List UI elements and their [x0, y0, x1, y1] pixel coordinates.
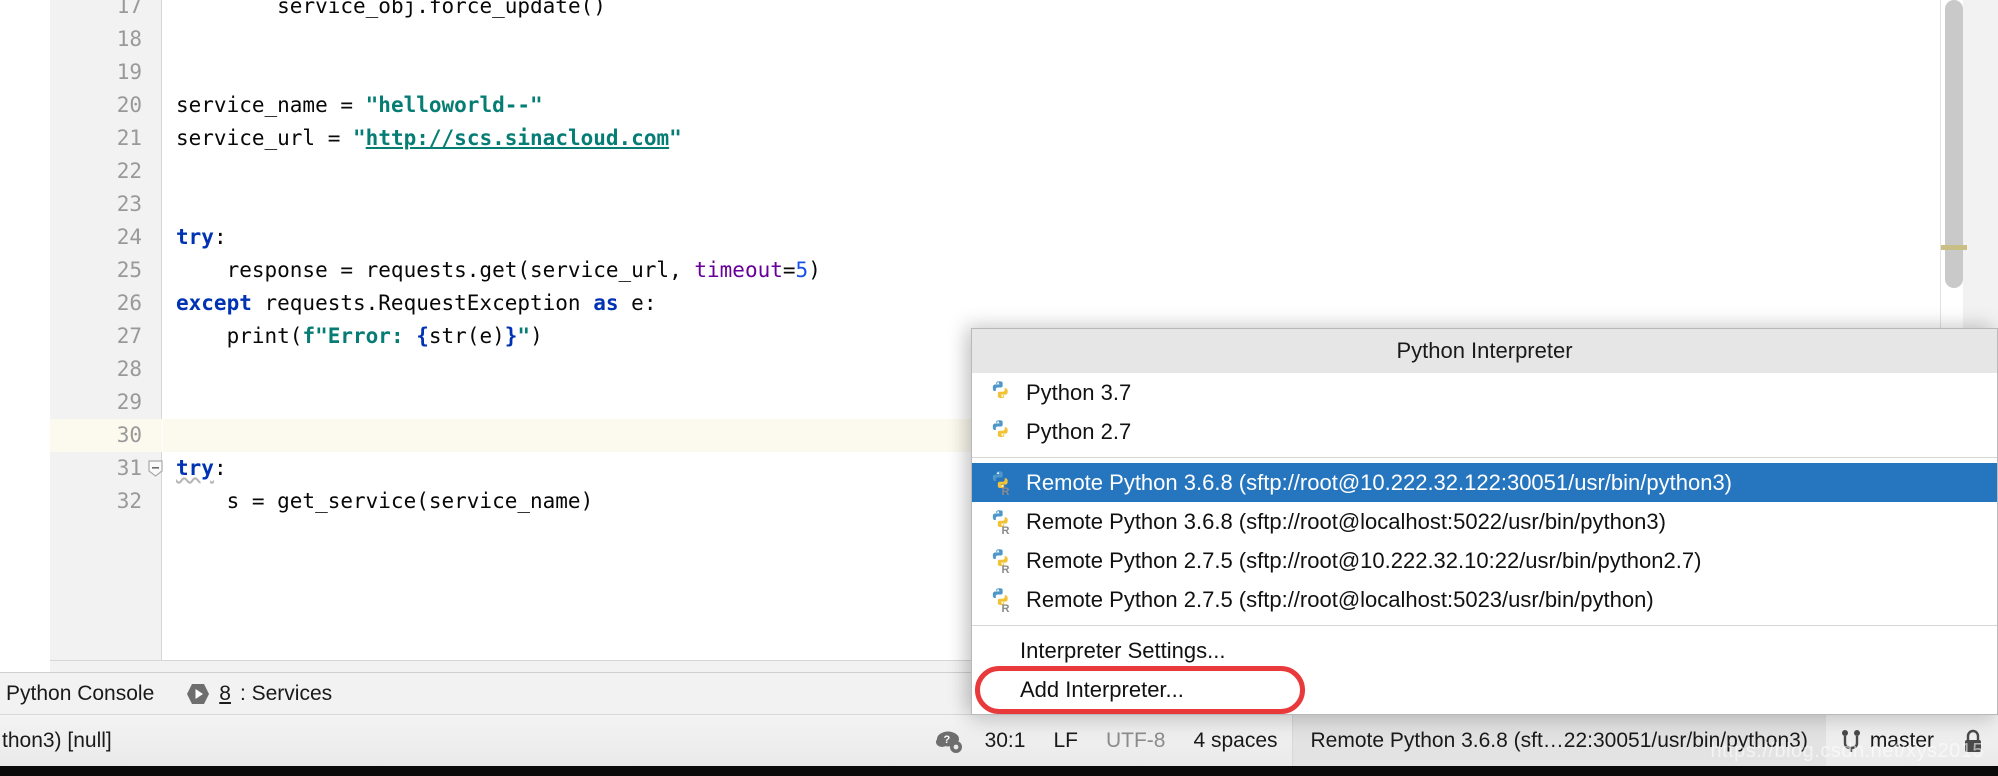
remote-python-icon: R [988, 470, 1013, 496]
line-number: 32 [116, 489, 142, 513]
branch-name: master [1869, 728, 1934, 752]
interpreter-list-item[interactable]: R Remote Python 3.6.8 (sftp://root@10.222… [972, 463, 1997, 502]
code-line[interactable]: 19 [0, 56, 1998, 89]
file-encoding[interactable]: UTF-8 [1092, 729, 1180, 753]
popup-title: Python Interpreter [972, 329, 1997, 373]
lock-widget[interactable] [1948, 729, 1998, 753]
line-number: 20 [116, 93, 142, 117]
inspections-gear-icon: ? [935, 729, 962, 753]
interpreter-label: Remote Python 2.7.5 (sftp://root@10.222.… [1026, 547, 1702, 573]
interpreter-widget[interactable]: Remote Python 3.6.8 (sft…22:30051/usr/bi… [1291, 714, 1826, 767]
code-line[interactable]: 20 service_name = "helloworld--" [0, 89, 1998, 122]
branch-icon [1840, 729, 1862, 753]
line-number: 18 [116, 27, 142, 51]
interpreter-list-item[interactable]: R Remote Python 2.7.5 (sftp://root@10.222… [972, 541, 1997, 580]
interpreter-label: Remote Python 3.6.8 (sftp://root@localho… [1026, 508, 1666, 534]
code-fold-icon[interactable] [148, 460, 163, 477]
code-line[interactable]: 22 [0, 155, 1998, 188]
code-text: service_name = "helloworld--" [176, 93, 543, 117]
inspection-widget[interactable]: ? [921, 729, 971, 753]
python-interpreter-popup[interactable]: Python Interpreter Python 3.7 Python 2.7 R… [971, 328, 1998, 715]
line-separator[interactable]: LF [1039, 729, 1092, 753]
interpreter-list-item[interactable]: Python 3.7 [972, 373, 1997, 412]
line-number: 27 [116, 324, 142, 348]
add-interpreter-highlight [975, 666, 1305, 714]
code-line[interactable]: 26 except requests.RequestException as e: [0, 287, 1998, 320]
svg-text:?: ? [943, 734, 950, 746]
interpreter-label: Remote Python 3.6.8 (sftp://root@10.222.… [1026, 469, 1733, 495]
line-number: 31 [116, 456, 142, 480]
remote-python-icon: R [988, 548, 1013, 574]
svg-text:R: R [1002, 525, 1010, 535]
run-services-icon [186, 682, 210, 706]
indent-setting[interactable]: 4 spaces [1179, 729, 1291, 753]
caret-position[interactable]: 30:1 [971, 729, 1040, 753]
code-text: service_url = "http://scs.sinacloud.com" [176, 126, 682, 150]
line-number: 30 [116, 423, 142, 447]
interpreter-label: Python 3.7 [1026, 379, 1132, 405]
interpreter-label: Python 2.7 [1026, 418, 1132, 444]
svg-text:R: R [1002, 603, 1010, 613]
remote-python-icon: R [988, 509, 1013, 535]
lock-icon [1962, 729, 1984, 753]
vcs-branch-widget[interactable]: master [1826, 729, 1948, 753]
line-number: 28 [116, 357, 142, 381]
line-number: 19 [116, 60, 142, 84]
code-text: s = get_service(service_name) [176, 489, 594, 513]
code-line-background [163, 56, 1998, 89]
code-line[interactable]: 23 [0, 188, 1998, 221]
remote-python-icon: R [988, 587, 1013, 613]
list-separator [972, 625, 1997, 626]
services-mnemonic: 8 [219, 681, 231, 705]
code-text: except requests.RequestException as e: [176, 291, 657, 315]
code-text: response = requests.get(service_url, tim… [176, 258, 821, 282]
scrollbar-marker[interactable] [1941, 245, 1967, 250]
code-line-background [163, 155, 1998, 188]
window-bottom-edge [0, 766, 1998, 776]
list-separator [972, 457, 1997, 458]
python-icon [988, 419, 1013, 445]
code-text: service_obj.force_update() [277, 0, 606, 18]
line-number: 24 [116, 225, 142, 249]
svg-text:R: R [1002, 486, 1010, 496]
interpreter-action-item[interactable]: Interpreter Settings... [972, 631, 1997, 670]
status-left-text: thon3) [null] [2, 728, 112, 752]
python-console-label: Python Console [6, 681, 155, 705]
code-text: print(f"Error: {str(e)}") [176, 324, 543, 348]
line-number: 23 [116, 192, 142, 216]
code-text: try: [176, 456, 227, 480]
interpreter-label: Remote Python 2.7.5 (sftp://root@localho… [1026, 586, 1654, 612]
code-text: try: [176, 225, 227, 249]
line-number: 25 [116, 258, 142, 282]
code-line[interactable]: 24 try: [0, 221, 1998, 254]
python-icon [988, 380, 1013, 406]
interpreter-list-item[interactable]: Python 2.7 [972, 412, 1997, 451]
line-number: 17 [116, 0, 142, 18]
code-line-background [163, 221, 1998, 254]
interpreter-list-item[interactable]: R Remote Python 2.7.5 (sftp://root@localh… [972, 580, 1997, 619]
tool-window-services[interactable]: 8 : Services [170, 673, 348, 715]
services-label: : Services [239, 681, 333, 705]
editor-bottom-left-pad [0, 660, 50, 672]
interpreter-list-item[interactable]: R Remote Python 3.6.8 (sftp://root@localh… [972, 502, 1997, 541]
code-line-background [163, 188, 1998, 221]
code-line[interactable]: 21 service_url = "http://scs.sinacloud.co… [0, 122, 1998, 155]
code-line[interactable]: 17 service_obj.force_update() [0, 0, 1998, 23]
code-line[interactable]: 25 response = requests.get(service_url, … [0, 254, 1998, 287]
svg-text:R: R [1002, 564, 1010, 574]
line-number: 21 [116, 126, 142, 150]
line-number: 26 [116, 291, 142, 315]
line-number: 22 [116, 159, 142, 183]
code-line[interactable]: 18 [0, 23, 1998, 56]
tool-window-python-console[interactable]: Python Console [0, 673, 170, 715]
line-number: 29 [116, 390, 142, 414]
interpreter-label: Interpreter Settings... [1020, 637, 1226, 663]
status-bar: thon3) [null] ? 30:1 LF UTF-8 4 spaces R… [0, 714, 1998, 767]
code-line-background [163, 23, 1998, 56]
interpreter-list[interactable]: Python 3.7 Python 2.7 R Remote Python 3.6.8… [972, 373, 1997, 709]
